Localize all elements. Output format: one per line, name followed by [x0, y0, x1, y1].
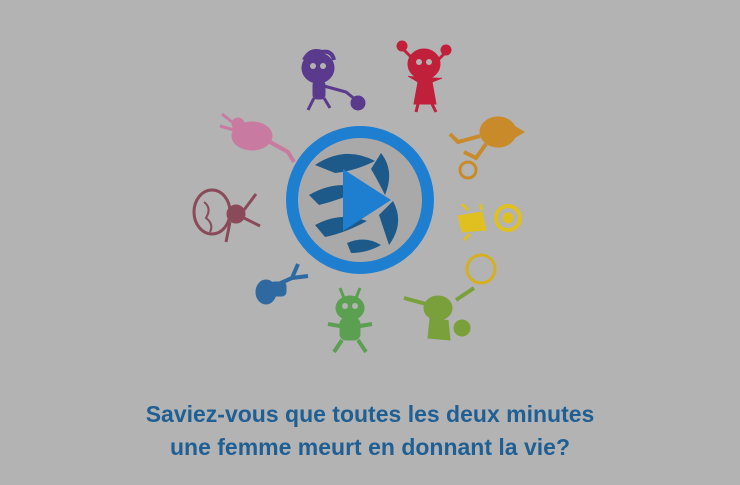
- green-child-figure: [327, 287, 373, 354]
- maroon-child-figure: [192, 188, 261, 243]
- olive-child-figure: [403, 286, 476, 341]
- orange-child-figure: [448, 116, 525, 180]
- video-thumbnail[interactable]: Saviez-vous que toutes les deux minutes …: [0, 0, 740, 485]
- video-caption: Saviez-vous que toutes les deux minutes …: [0, 398, 740, 464]
- red-child-figure: [396, 40, 452, 113]
- caption-line-1: Saviez-vous que toutes les deux minutes: [145, 401, 595, 427]
- play-button[interactable]: [285, 125, 435, 275]
- purple-child-figure: [301, 49, 366, 111]
- caption-line-2: une femme meurt en donnant la vie?: [169, 434, 571, 460]
- yellow-child-figure: [457, 202, 522, 242]
